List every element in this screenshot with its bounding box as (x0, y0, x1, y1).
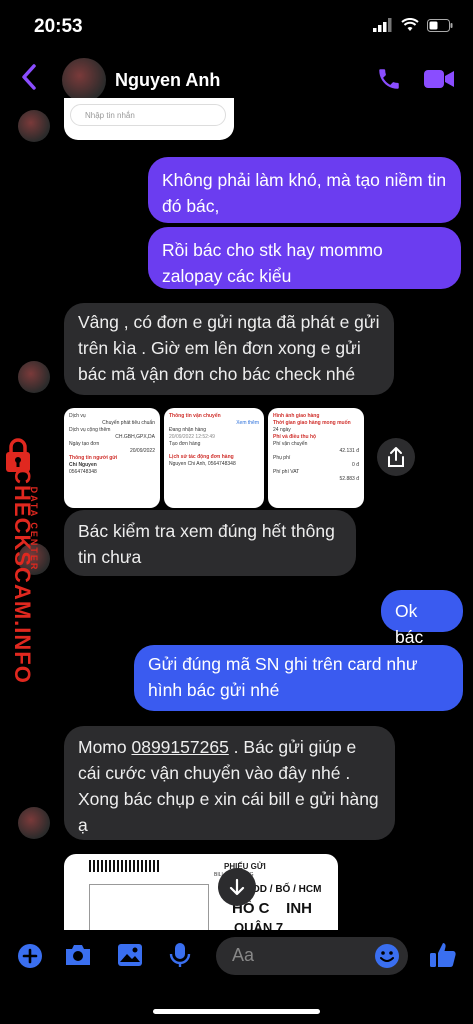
row-label: Ngày tạo đơn (69, 441, 100, 447)
message-received-2[interactable]: Bác kiểm tra xem đúng hết thông tin chưa (64, 510, 356, 576)
contact-avatar-small (18, 110, 50, 142)
order-screenshot-2[interactable]: Thông tin vận chuyển Xem thêm Đang nhận … (164, 408, 264, 508)
camera-button[interactable] (63, 942, 93, 973)
plus-circle-icon (18, 944, 42, 968)
chevron-left-icon (22, 64, 36, 90)
emoji-button[interactable] (373, 942, 401, 975)
row-label: Phụ phí (273, 455, 291, 461)
row-value: 42.131 đ (339, 448, 359, 454)
order-screenshot-3[interactable]: Hình ảnh giao hàng Thời gian giao hàng m… (268, 408, 364, 508)
momo-label: Momo (78, 737, 132, 757)
bill-code: OD / BỐ / HCM (252, 884, 322, 895)
row-value: 0564748348 (69, 469, 97, 475)
message-input-placeholder: Aa (232, 945, 255, 965)
share-icon (388, 447, 404, 467)
call-button[interactable] (376, 66, 402, 97)
message-received-1[interactable]: Vâng , có đơn e gửi ngta đã phát e gửi t… (64, 303, 394, 395)
phone-icon (379, 69, 399, 89)
back-button[interactable] (20, 64, 38, 96)
row-header: Thời gian giao hàng mong muốn (273, 420, 351, 426)
row-value: 24 ngày (273, 427, 291, 433)
contact-avatar-small (18, 361, 50, 393)
order-screenshot-1[interactable]: Dịch vụ Chuyển phát tiêu chuẩn Dịch vụ c… (64, 408, 160, 508)
status-icons (373, 18, 453, 32)
plus-button[interactable] (16, 942, 44, 975)
voice-button[interactable] (168, 941, 192, 974)
row-header: Hình ảnh giao hàng (273, 413, 320, 419)
row-label: Phí vận chuyển (273, 441, 308, 447)
watermark-tag: DATA CENTER (29, 486, 39, 572)
microphone-icon (169, 943, 191, 967)
thumbs-up-icon (430, 943, 456, 967)
contact-avatar-small (18, 807, 50, 839)
phone-number-link[interactable]: 0899157265 (131, 737, 228, 757)
video-call-button[interactable] (423, 68, 455, 95)
smiley-icon (375, 944, 399, 968)
row-label: Phí phí VAT (273, 469, 300, 475)
wifi-icon (401, 18, 419, 31)
row-header: Thông tin vận chuyển (169, 413, 221, 419)
share-button[interactable] (377, 438, 415, 476)
row-link: Xem thêm (236, 420, 259, 426)
row-value: 20/09/2022 (129, 448, 155, 454)
message-sent-1[interactable]: Không phải làm khó, mà tạo niềm tin đó b… (148, 157, 461, 223)
row-value: Chi Nguyen (69, 462, 97, 468)
image-icon (118, 944, 142, 966)
checkscam-watermark: CHECKSCAM.INFO DATA CENTER (0, 438, 40, 684)
video-icon (424, 70, 454, 88)
row-header: Phí và điều thu hộ (273, 434, 317, 440)
row-value: Tạo đơn hàng (169, 441, 201, 447)
row-header: Thông tin người gửi (69, 455, 118, 461)
message-received-3[interactable]: Momo 0899157265 . Bác gửi giúp e cái cướ… (64, 726, 395, 840)
preview-input: Nhập tin nhắn (70, 104, 226, 126)
message-sent-4[interactable]: Gửi đúng mã SN ghi trên card như hình bá… (134, 645, 463, 711)
row-value: Nguyen Chi Anh, 0564748348 (169, 461, 236, 467)
row-label: Dịch vụ cộng thêm (69, 427, 111, 433)
status-time: 20:53 (34, 16, 83, 37)
message-sent-2[interactable]: Rồi bác cho stk hay mommo zalopay các ki… (148, 227, 461, 289)
camera-icon (66, 945, 90, 965)
row-value: 0 đ (352, 462, 359, 468)
home-indicator (153, 1009, 320, 1014)
row-label: Dịch vụ (69, 413, 86, 419)
message-sent-3[interactable]: Ok bác (381, 590, 463, 647)
shared-image-preview[interactable]: Nhập tin nhắn (64, 98, 234, 140)
arrow-down-icon (229, 878, 245, 896)
signal-icon (373, 18, 392, 32)
row-value: 20/09/2022 12:52:49 (169, 434, 215, 440)
scroll-down-button[interactable] (218, 868, 256, 906)
row-header: Lịch sử tác động đơn hàng (169, 454, 234, 460)
barcode (89, 860, 159, 872)
row-value: Đang nhận hàng (169, 427, 206, 433)
row-value: CH.GBH,GPX,DA (115, 434, 155, 440)
row-value: Chuyển phát tiêu chuẩn (102, 420, 155, 426)
contact-name[interactable]: Nguyen Anh (115, 70, 220, 91)
gallery-button[interactable] (116, 942, 144, 973)
battery-icon (427, 18, 453, 32)
like-button[interactable] (428, 940, 458, 975)
row-value: 52.883 đ (339, 476, 359, 482)
contact-avatar[interactable] (62, 58, 106, 102)
